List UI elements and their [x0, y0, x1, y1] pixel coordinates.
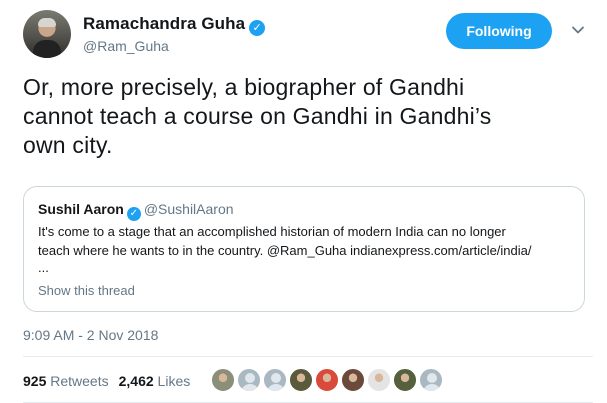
- tweet-text: Or, more precisely, a biographer of Gand…: [23, 73, 593, 160]
- quoted-tweet-header: Sushil Aaron ✓ @SushilAaron: [38, 201, 234, 221]
- retweets-label: Retweets: [50, 373, 109, 389]
- quoted-text-ellipsis: ...: [38, 260, 49, 275]
- retweets-count: 925: [23, 373, 47, 389]
- retweets-stat[interactable]: 925 Retweets: [23, 373, 109, 389]
- quoted-text-line: teach where he wants to in the country. …: [38, 243, 532, 258]
- tweet-text-line: cannot teach a course on Gandhi in Gandh…: [23, 103, 492, 129]
- avatar-shirt: [33, 40, 61, 58]
- author-name[interactable]: Ramachandra Guha: [83, 14, 245, 33]
- liker-avatar[interactable]: [289, 368, 313, 392]
- tweet-text-line: own city.: [23, 132, 113, 158]
- verified-badge-icon: ✓: [249, 20, 266, 36]
- divider: [23, 356, 593, 357]
- likes-label: Likes: [157, 373, 191, 389]
- tweet-timestamp[interactable]: 9:09 AM - 2 Nov 2018: [23, 327, 158, 343]
- liker-avatar[interactable]: [237, 368, 261, 392]
- likes-stat[interactable]: 2,462 Likes: [119, 373, 191, 389]
- liker-avatar[interactable]: [341, 368, 365, 392]
- avatar-hair: [38, 18, 56, 27]
- author-name-row[interactable]: Ramachandra Guha ✓: [83, 14, 266, 36]
- quoted-text-line: It's come to a stage that an accomplishe…: [38, 224, 506, 239]
- liker-avatar[interactable]: [263, 368, 287, 392]
- liker-avatar[interactable]: [419, 368, 443, 392]
- following-button[interactable]: Following: [446, 13, 552, 49]
- chevron-down-icon[interactable]: [571, 23, 585, 37]
- show-thread-link[interactable]: Show this thread: [38, 283, 135, 298]
- quoted-tweet-card[interactable]: Sushil Aaron ✓ @SushilAaron It's come to a…: [23, 186, 585, 312]
- quoted-author-handle: @SushilAaron: [143, 201, 234, 217]
- author-handle[interactable]: @Ram_Guha: [83, 38, 169, 54]
- likes-count: 2,462: [118, 373, 154, 389]
- liker-avatar[interactable]: [393, 368, 417, 392]
- verified-badge-icon: ✓: [126, 207, 141, 221]
- quoted-tweet-text: It's come to a stage that an accomplishe…: [38, 222, 578, 260]
- liker-avatar[interactable]: [211, 368, 235, 392]
- quoted-author-name: Sushil Aaron: [38, 201, 124, 217]
- tweet-stats: 925 Retweets 2,462 Likes: [23, 373, 190, 389]
- liker-avatar[interactable]: [367, 368, 391, 392]
- author-avatar[interactable]: [23, 10, 71, 58]
- liker-avatar[interactable]: [315, 368, 339, 392]
- tweet-text-line: Or, more precisely, a biographer of Gand…: [23, 74, 465, 100]
- tweet-header: Ramachandra Guha ✓ @Ram_Guha Following: [23, 9, 593, 59]
